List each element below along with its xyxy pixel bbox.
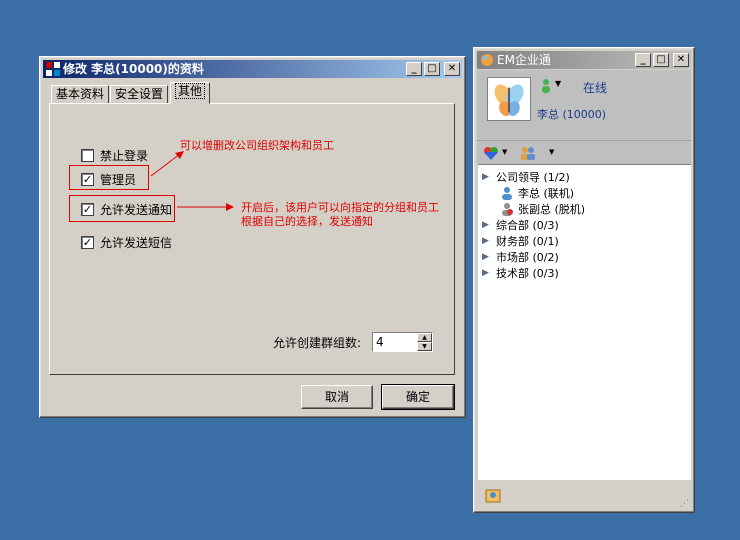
admin-annotation: 可以增删改公司组织架构和员工 [180, 139, 334, 152]
group-limit-value[interactable]: 4 [376, 335, 384, 349]
maximize-button[interactable]: □ [424, 62, 440, 76]
tree-member-label: 张副总 (脱机) [518, 203, 586, 216]
em-messenger-window: EM企业通 _ □ ✕ ▼ 在线 李总 (10000) ▼ ▼ ▶ 公司领导 (… [473, 47, 695, 513]
em-titlebar[interactable]: EM企业通 _ □ ✕ [477, 51, 691, 69]
tree-group-label: 综合部 (0/3) [496, 219, 559, 232]
tree-group-finance[interactable]: ▶ 财务部 (0/1) [482, 233, 559, 249]
contacts-dropdown-icon[interactable]: ▼ [549, 148, 554, 156]
status-text[interactable]: 在线 [583, 79, 607, 96]
tree-member-label: 李总 (联机) [518, 187, 575, 200]
tab-other[interactable]: 其他 [170, 82, 211, 104]
tree-group-label: 市场部 (0/2) [496, 251, 559, 264]
notice-annotation-line2: 根据自己的选择，发送通知 [241, 215, 373, 228]
tree-group-label: 公司领导 (1/2) [496, 171, 570, 184]
stepper-up-button[interactable]: ▲ [417, 333, 432, 342]
close-button[interactable]: ✕ [444, 62, 460, 76]
online-status-icon[interactable] [539, 78, 553, 94]
edit-user-dialog: 修改 李总(10000)的资料 _ □ ✕ 基本资料 安全设置 其他 禁止登录 … [39, 56, 466, 418]
minimize-button[interactable]: _ [406, 62, 422, 76]
tree-group-label: 财务部 (0/1) [496, 235, 559, 248]
resize-grip-icon[interactable]: ⋰ [680, 499, 689, 509]
expand-arrow-icon[interactable]: ▶ [482, 268, 492, 278]
expand-arrow-icon[interactable]: ▶ [482, 252, 492, 262]
tab-other-label: 其他 [175, 83, 206, 99]
add-contact-icon[interactable] [485, 487, 503, 505]
tab-security[interactable]: 安全设置 [110, 85, 169, 104]
heart-dropdown-icon[interactable]: ▼ [502, 148, 507, 156]
tree-member-zhang[interactable]: 张副总 (脱机) [500, 201, 585, 217]
tab-security-label: 安全设置 [115, 87, 164, 101]
em-footer: ⋰ [477, 482, 691, 510]
app-window-icon [46, 62, 60, 76]
admin-annotation-arrow [150, 153, 181, 177]
status-dropdown-icon[interactable]: ▼ [555, 79, 561, 88]
user-display-name: 李总 (10000) [537, 108, 607, 121]
group-limit-label: 允许创建群组数: [273, 336, 362, 350]
notice-annotation-arrowhead [226, 203, 234, 211]
em-toolbar: ▼ ▼ [477, 140, 691, 164]
colorful-heart-icon[interactable] [483, 145, 499, 161]
tree-group-marketing[interactable]: ▶ 市场部 (0/2) [482, 249, 559, 265]
user-avatar[interactable] [487, 77, 531, 121]
contact-tree: ▶ 公司领导 (1/2) 李总 (联机) 张副总 (脱机) ▶ 综合部 (0/3… [478, 164, 691, 480]
tab-basic-info-label: 基本资料 [56, 87, 105, 101]
tree-group-general[interactable]: ▶ 综合部 (0/3) [482, 217, 559, 233]
tree-group-label: 技术部 (0/3) [496, 267, 559, 280]
em-logo-icon [481, 54, 493, 66]
expand-arrow-icon[interactable]: ▶ [482, 172, 492, 182]
dialog-titlebar[interactable]: 修改 李总(10000)的资料 _ □ ✕ [43, 60, 462, 78]
stepper-down-button[interactable]: ▼ [417, 342, 432, 351]
em-close-button[interactable]: ✕ [673, 53, 689, 67]
em-maximize-button[interactable]: □ [653, 53, 669, 67]
em-profile-area: ▼ 在线 李总 (10000) [477, 70, 691, 140]
ok-button[interactable]: 确定 [381, 384, 455, 410]
em-minimize-button[interactable]: _ [635, 53, 651, 67]
cancel-button[interactable]: 取消 [301, 385, 373, 409]
dialog-title: 修改 李总(10000)的资料 [63, 62, 204, 76]
offline-user-icon [502, 203, 513, 216]
group-limit-stepper[interactable]: 4 ▲ ▼ [372, 332, 433, 352]
em-title: EM企业通 [497, 53, 551, 67]
expand-arrow-icon[interactable]: ▶ [482, 220, 492, 230]
expand-arrow-icon[interactable]: ▶ [482, 236, 492, 246]
butterfly-avatar-icon [494, 84, 524, 116]
tab-panel-other: 禁止登录 ✓ 管理员 ✓ 允许发送通知 ✓ 允许发送短信 可以增删改公司组织架构… [49, 103, 455, 375]
contacts-icon[interactable] [519, 145, 537, 161]
tree-group-tech[interactable]: ▶ 技术部 (0/3) [482, 265, 559, 281]
tab-basic-info[interactable]: 基本资料 [51, 85, 110, 104]
tree-group-leadership[interactable]: ▶ 公司领导 (1/2) [482, 169, 570, 185]
tree-member-li[interactable]: 李总 (联机) [500, 185, 574, 201]
online-user-icon [502, 187, 512, 200]
